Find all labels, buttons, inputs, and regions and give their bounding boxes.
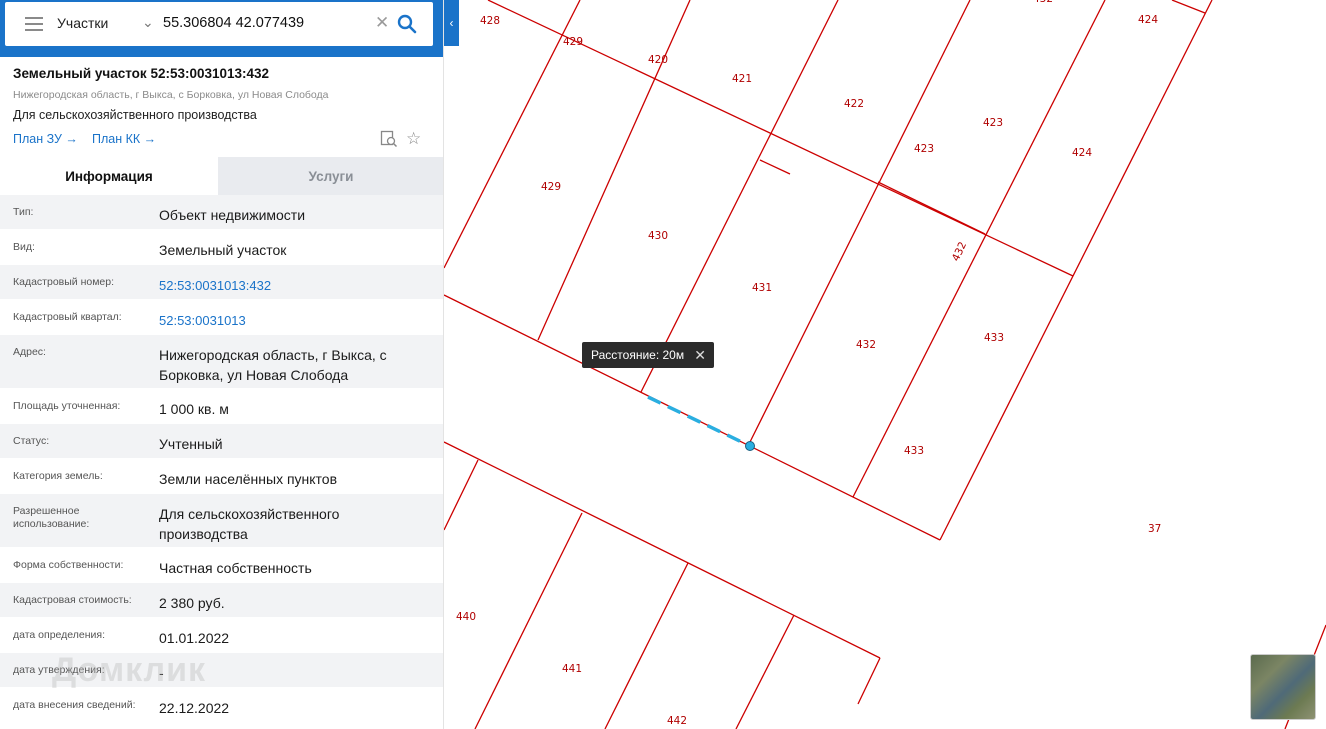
- distance-label: Расстояние: 20м: [591, 348, 685, 362]
- detail-key: Вид:: [13, 241, 35, 253]
- detail-key: Кадастровая стоимость:: [13, 594, 132, 606]
- parcel-number-label: 432: [1033, 0, 1053, 5]
- detail-key: Разрешенное использование:: [13, 505, 90, 530]
- table-row: Площадь уточненная: 1 000 кв. м: [0, 389, 443, 424]
- menu-icon[interactable]: [25, 17, 43, 31]
- parcel-number-label: 37: [1148, 523, 1161, 535]
- parcel-number-label: 424: [1072, 147, 1092, 159]
- detail-value: Нижегородская область, г Выкса, с Борков…: [159, 347, 387, 383]
- details-table: Тип: Объект недвижимости Вид: Земельный уча…: [0, 195, 443, 723]
- table-row: Кадастровая стоимость: 2 380 руб.: [0, 583, 443, 618]
- parcel-number-label: 429: [541, 181, 561, 193]
- detail-value: 1 000 кв. м: [159, 401, 229, 417]
- detail-key: Статус:: [13, 435, 50, 447]
- detail-value: 22.12.2022: [159, 700, 230, 716]
- document-search-icon[interactable]: [380, 130, 398, 148]
- parcel-number-label: 423: [914, 143, 934, 155]
- parcel-number-label: 429: [563, 36, 583, 48]
- detail-key: дата определения:: [13, 629, 106, 641]
- table-row: Вид: Земельный участок: [0, 230, 443, 265]
- close-icon[interactable]: ✕: [375, 13, 389, 33]
- parcel-number-label: 420: [648, 54, 668, 66]
- search-input[interactable]: 55.306804 42.077439: [163, 15, 304, 31]
- parcel-number-label: 440: [456, 611, 476, 623]
- tab-services[interactable]: Услуги: [218, 157, 443, 195]
- close-icon[interactable]: ✕: [694, 342, 706, 368]
- table-row: Кадастровый квартал: 52:53:0031013: [0, 300, 443, 335]
- parcel-address: Нижегородская область, г Выкса, с Борков…: [13, 89, 329, 101]
- detail-key: Кадастровый квартал:: [13, 311, 122, 323]
- detail-key: Тип:: [13, 206, 34, 218]
- detail-value: Объект недвижимости: [159, 207, 306, 223]
- info-panel: Участки ⌄ 55.306804 42.077439 ✕ Земельны…: [0, 0, 444, 729]
- detail-key: Кадастровый номер:: [13, 276, 115, 288]
- table-row: Тип: Объект недвижимости: [0, 195, 443, 230]
- table-row: Категория земель: Земли населённых пункто…: [0, 459, 443, 494]
- domclick-watermark: Домклик: [52, 651, 207, 689]
- detail-value: Земли населённых пунктов: [159, 471, 338, 487]
- satellite-layer-toggle[interactable]: [1250, 654, 1316, 720]
- parcel-number-label: 424: [1138, 14, 1158, 26]
- parcel-number-label: 421: [732, 73, 752, 85]
- parcel-number-label: 428: [480, 15, 500, 27]
- detail-value: Для сельскохозяйственного производства: [159, 506, 340, 542]
- search-icon[interactable]: [397, 14, 417, 34]
- table-row: дата определения: 01.01.2022: [0, 618, 443, 653]
- parcel-number-label: 442: [667, 715, 687, 727]
- plan-zu-link[interactable]: План ЗУ →: [13, 132, 78, 146]
- parcel-number-label: 430: [648, 230, 668, 242]
- parcel-number-label: 441: [562, 663, 582, 675]
- chevron-down-icon[interactable]: ⌄: [142, 14, 154, 31]
- detail-key: Площадь уточненная:: [13, 400, 121, 412]
- detail-key: Адрес:: [13, 346, 46, 358]
- detail-value: Учтенный: [159, 436, 223, 452]
- parcel-number-label: 422: [844, 98, 864, 110]
- table-row: Разрешенное использование: Для сельскохоз…: [0, 494, 443, 548]
- detail-key: Форма собственности:: [13, 559, 124, 571]
- search-bar: Участки ⌄ 55.306804 42.077439 ✕: [0, 0, 443, 57]
- detail-key: Категория земель:: [13, 470, 103, 482]
- parcel-number-label: 432: [856, 339, 876, 351]
- detail-value: Земельный участок: [159, 242, 287, 258]
- detail-value: 2 380 руб.: [159, 595, 225, 611]
- parcel-number-label: 433: [984, 332, 1004, 344]
- parcel-number-label: 433: [904, 445, 924, 457]
- table-row: Кадастровый номер: 52:53:0031013:432: [0, 265, 443, 300]
- star-icon[interactable]: ☆: [406, 129, 421, 149]
- layer-select[interactable]: Участки: [57, 15, 108, 31]
- panel-tabs: Информация Услуги: [0, 157, 443, 195]
- table-row: Статус: Учтенный: [0, 424, 443, 459]
- parcel-number-label: 423: [983, 117, 1003, 129]
- parcel-number-label: 432: [950, 240, 969, 263]
- parcel-number-label: 431: [752, 282, 772, 294]
- table-row: Адрес: Нижегородская область, г Выкса, с …: [0, 335, 443, 389]
- detail-key: дата внесения сведений:: [13, 699, 136, 711]
- detail-value: Частная собственность: [159, 560, 312, 576]
- distance-tooltip: Расстояние: 20м ✕: [582, 342, 714, 368]
- table-row: Форма собственности: Частная собственност…: [0, 548, 443, 583]
- table-row: дата внесения сведений: 22.12.2022: [0, 688, 443, 723]
- plan-kk-link[interactable]: План КК →: [92, 132, 156, 146]
- parcel-purpose: Для сельскохозяйственного производства: [13, 108, 257, 122]
- detail-link[interactable]: 52:53:0031013:432: [159, 276, 429, 296]
- collapse-panel-button[interactable]: ‹: [444, 0, 459, 46]
- search-box: Участки ⌄ 55.306804 42.077439 ✕: [5, 2, 433, 46]
- page-title: Земельный участок 52:53:0031013:432: [13, 66, 270, 81]
- detail-link[interactable]: 52:53:0031013: [159, 311, 429, 331]
- tab-info[interactable]: Информация: [0, 157, 218, 195]
- detail-value: 01.01.2022: [159, 630, 230, 646]
- parcel-header: Земельный участок 52:53:0031013:432 Ниже…: [0, 57, 443, 157]
